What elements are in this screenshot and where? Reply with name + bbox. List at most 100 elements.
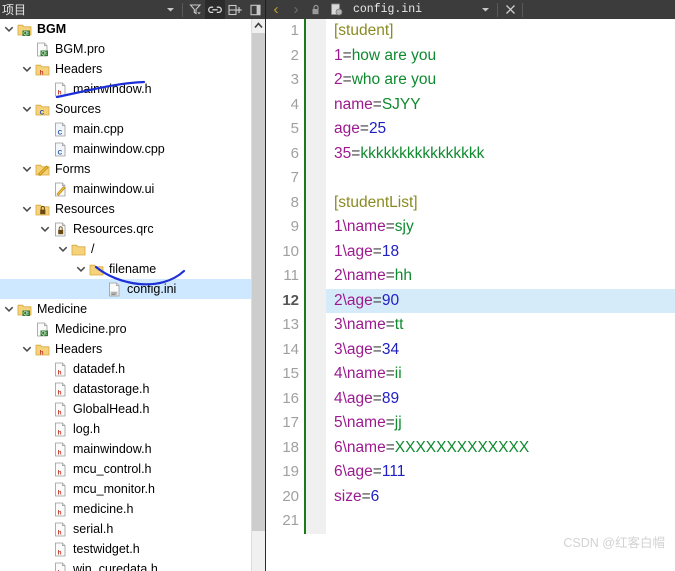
tree-item-globalhead-h[interactable]: hGlobalHead.h [0,399,251,419]
editor-line[interactable]: 635=kkkkkkkkkkkkkkkk [266,142,675,167]
editor-line[interactable]: 20size=6 [266,485,675,510]
tree-item-bgm-pro[interactable]: QtBGM.pro [0,39,251,59]
editor-line-content[interactable]: age=25 [326,117,675,142]
chevron-down-icon[interactable] [160,0,180,19]
editor-line[interactable]: 1[student] [266,19,675,44]
tree-item-datadef-h[interactable]: hdatadef.h [0,359,251,379]
lock-icon[interactable] [306,0,326,19]
editor-line-content[interactable]: 2\name=hh [326,264,675,289]
file-properties-icon[interactable] [326,0,346,19]
tree-item-testwidget-h[interactable]: htestwidget.h [0,539,251,559]
tree-item-config-ini[interactable]: config.ini [0,279,251,299]
editor-line[interactable]: 91\name=sjy [266,215,675,240]
editor-line[interactable]: 164\age=89 [266,387,675,412]
close-panel-icon[interactable] [245,0,265,19]
editor-line-content[interactable]: 6\name=XXXXXXXXXXXXX [326,436,675,461]
tree-item-datastorage-h[interactable]: hdatastorage.h [0,379,251,399]
link-sync-icon[interactable] [205,0,225,19]
tree-item-headers[interactable]: hHeaders [0,59,251,79]
tree-item-label: mainwindow.h [69,79,152,99]
scroll-up-arrow-icon[interactable] [252,19,265,32]
editor-line-content[interactable]: 3\age=34 [326,338,675,363]
editor-line-content[interactable]: name=SJYY [326,93,675,118]
tree-item-log-h[interactable]: hlog.h [0,419,251,439]
editor-line[interactable]: 21=how are you [266,44,675,69]
editor-line-content[interactable] [326,166,675,191]
editor-line-content[interactable]: 4\age=89 [326,387,675,412]
tree-item-filename[interactable]: filename [0,259,251,279]
chevron-down-icon[interactable] [20,339,34,359]
tree-item-mainwindow-h[interactable]: hmainwindow.h [0,79,251,99]
editor-line[interactable]: 175\name=jj [266,411,675,436]
editor-line[interactable]: 112\name=hh [266,264,675,289]
editor-line[interactable]: 133\name=tt [266,313,675,338]
editor-line-content[interactable]: 1=how are you [326,44,675,69]
editor-line[interactable]: 154\name=ii [266,362,675,387]
editor-line-content[interactable]: 35=kkkkkkkkkkkkkkkk [326,142,675,167]
editor-line[interactable]: 122\age=90 [266,289,675,314]
editor-line-content[interactable]: 6\age=111 [326,460,675,485]
chevron-down-icon[interactable] [20,199,34,219]
editor-line[interactable]: 32=who are you [266,68,675,93]
tree-item-mainwindow-cpp[interactable]: Cmainwindow.cpp [0,139,251,159]
chevron-down-icon[interactable] [38,219,52,239]
split-add-icon[interactable] [225,0,245,19]
editor-line-content[interactable]: 1\name=sjy [326,215,675,240]
editor-line-content[interactable]: [studentList] [326,191,675,216]
tree-item-headers[interactable]: hHeaders [0,339,251,359]
editor-line-content[interactable]: 5\name=jj [326,411,675,436]
tree-item-medicine[interactable]: QtMedicine [0,299,251,319]
project-tree-scrollbar[interactable] [251,19,265,571]
editor-line-content[interactable]: size=6 [326,485,675,510]
close-editor-button[interactable] [500,0,520,19]
tree-item-medicine-pro[interactable]: QtMedicine.pro [0,319,251,339]
tab-dropdown-icon[interactable] [475,0,495,19]
chevron-down-icon[interactable] [20,99,34,119]
chevron-down-icon[interactable] [2,19,16,39]
editor-line-content[interactable]: 1\age=18 [326,240,675,265]
tree-item-mainwindow-h[interactable]: hmainwindow.h [0,439,251,459]
tree-item-serial-h[interactable]: hserial.h [0,519,251,539]
editor-line-content[interactable]: 4\name=ii [326,362,675,387]
chevron-down-icon[interactable] [74,259,88,279]
scrollbar-thumb[interactable] [252,33,265,531]
editor-line[interactable]: 101\age=18 [266,240,675,265]
chevron-down-icon[interactable] [20,59,34,79]
text-editor[interactable]: 1[student]21=how are you32=who are you4n… [266,19,675,571]
editor-line[interactable]: 5age=25 [266,117,675,142]
editor-line[interactable]: 21 [266,509,675,534]
editor-line[interactable]: 8[studentList] [266,191,675,216]
project-tree[interactable]: QtBGMQtBGM.prohHeadershmainwindow.hCSour… [0,19,251,571]
tree-item-sources[interactable]: CSources [0,99,251,119]
tree-item-resources[interactable]: Resources [0,199,251,219]
editor-line-content[interactable] [326,509,675,534]
navigate-back-button[interactable]: ‹ [266,0,286,19]
tree-item-forms[interactable]: Forms [0,159,251,179]
tree-item-mcu-control-h[interactable]: hmcu_control.h [0,459,251,479]
tree-item-resources-qrc[interactable]: Resources.qrc [0,219,251,239]
editor-line[interactable]: 4name=SJYY [266,93,675,118]
editor-line-content[interactable]: 2\age=90 [326,289,675,314]
token-eq: = [373,292,382,309]
editor-tab-filename[interactable]: config.ini [353,3,422,16]
editor-line[interactable]: 7 [266,166,675,191]
editor-line[interactable]: 196\age=111 [266,460,675,485]
tree-item-bgm[interactable]: QtBGM [0,19,251,39]
chevron-down-icon[interactable] [56,239,70,259]
tree-item--[interactable]: / [0,239,251,259]
editor-line-content[interactable]: 3\name=tt [326,313,675,338]
filter-icon[interactable] [185,0,205,19]
top-toolbar: 项目 [0,0,675,19]
tree-item-main-cpp[interactable]: Cmain.cpp [0,119,251,139]
editor-line[interactable]: 143\age=34 [266,338,675,363]
chevron-down-icon[interactable] [2,299,16,319]
editor-line-content[interactable]: 2=who are you [326,68,675,93]
editor-line[interactable]: 186\name=XXXXXXXXXXXXX [266,436,675,461]
tree-item-medicine-h[interactable]: hmedicine.h [0,499,251,519]
tree-item-mcu-monitor-h[interactable]: hmcu_monitor.h [0,479,251,499]
editor-line-content[interactable]: [student] [326,19,675,44]
navigate-forward-button[interactable]: › [286,0,306,19]
chevron-down-icon[interactable] [20,159,34,179]
tree-item-win-curedata-h[interactable]: hwin_curedata.h [0,559,251,571]
tree-item-mainwindow-ui[interactable]: mainwindow.ui [0,179,251,199]
